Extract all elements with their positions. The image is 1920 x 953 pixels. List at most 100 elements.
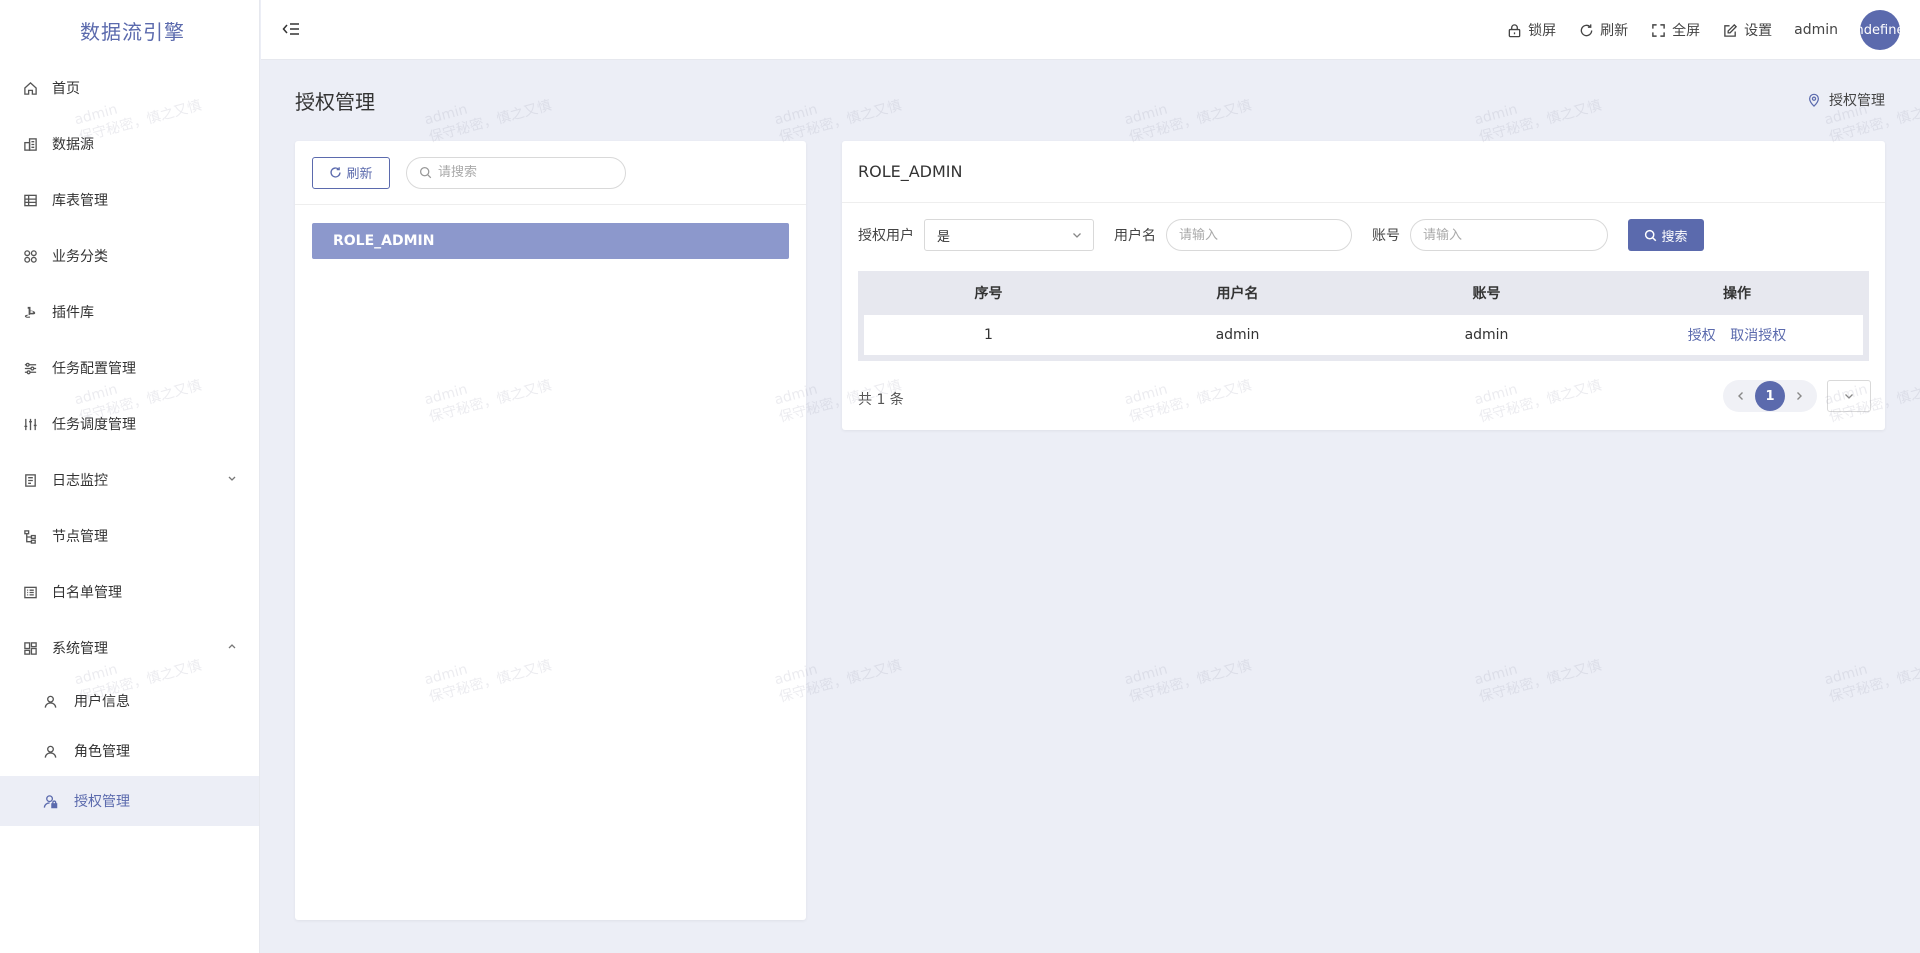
watermark-text: admin保守秘密，慎之又慎 — [772, 97, 904, 146]
auth-user-value: 是 — [937, 229, 951, 245]
search-icon — [419, 166, 432, 179]
sliders-icon — [22, 360, 38, 376]
prev-page-button[interactable] — [1727, 382, 1755, 410]
role-search-box — [406, 156, 626, 189]
role-list-item[interactable]: ROLE_ADMIN — [312, 223, 789, 259]
table-row: 1 admin admin 授权 取消授权 — [864, 315, 1863, 355]
account-filter-label: 账号 — [1372, 228, 1400, 244]
sidebar-item-whitelist[interactable]: 白名单管理 — [0, 564, 259, 620]
building-icon — [22, 136, 38, 152]
sidebar-item-label: 日志监控 — [52, 473, 108, 489]
location-pin-icon — [1807, 93, 1821, 107]
refresh-roles-button[interactable]: 刷新 — [312, 156, 390, 189]
username-label[interactable]: admin — [1794, 22, 1838, 38]
document-icon — [22, 472, 38, 488]
top-header: 锁屏 刷新 全屏 设置 admin undefined — [261, 0, 1920, 60]
header-tools: 锁屏 刷新 全屏 设置 admin undefined — [1484, 0, 1900, 60]
sidebar-item-label: 任务配置管理 — [52, 361, 136, 377]
search-button[interactable]: 搜索 — [1628, 219, 1704, 251]
sidebar-item-system[interactable]: 系统管理 — [0, 620, 259, 676]
sidebar: 数据流引擎 首页 数据源 库表管理 业务分类 插件库 任务配置管理 任务调度管理 — [0, 0, 260, 953]
sidebar-item-categories[interactable]: 业务分类 — [0, 228, 259, 284]
equalizer-icon — [22, 416, 38, 432]
lock-icon — [1506, 22, 1522, 38]
sidebar-item-plugins[interactable]: 插件库 — [0, 284, 259, 340]
sidebar-item-home[interactable]: 首页 — [0, 60, 259, 116]
role-list-toolbar: 刷新 — [295, 141, 806, 205]
username-filter-input[interactable] — [1166, 219, 1352, 251]
sidebar-subitem-roles[interactable]: 角色管理 — [0, 726, 259, 776]
sidebar-item-label: 业务分类 — [52, 249, 108, 265]
refresh-label: 刷新 — [1600, 23, 1629, 39]
watermark-text: admin保守秘密，慎之又慎 — [1122, 97, 1254, 146]
sidebar-item-label: 库表管理 — [52, 193, 108, 209]
revoke-link[interactable]: 取消授权 — [1730, 328, 1786, 344]
chevron-down-icon — [1071, 229, 1083, 241]
home-icon — [22, 80, 38, 96]
sidebar-item-tables[interactable]: 库表管理 — [0, 172, 259, 228]
fullscreen-label: 全屏 — [1672, 23, 1701, 39]
edit-icon — [1722, 22, 1738, 38]
grant-link[interactable]: 授权 — [1688, 328, 1716, 344]
sidebar-menu: 首页 数据源 库表管理 业务分类 插件库 任务配置管理 任务调度管理 日志监控 — [0, 60, 259, 826]
breadcrumb: 授权管理 — [1807, 90, 1885, 110]
app-logo: 数据流引擎 — [80, 19, 185, 44]
table-header: 序号 用户名 账号 操作 — [864, 271, 1863, 315]
menu-collapse-icon[interactable] — [281, 19, 301, 39]
plugin-icon — [22, 304, 38, 320]
search-icon — [1644, 229, 1657, 242]
avatar[interactable]: undefined — [1860, 10, 1900, 50]
role-search-input[interactable] — [438, 165, 608, 180]
settings-label: 设置 — [1744, 23, 1773, 39]
column-header-actions: 操作 — [1723, 286, 1751, 302]
role-panel-title: ROLE_ADMIN — [842, 141, 1885, 203]
auth-user-select[interactable]: 是 — [924, 219, 1094, 251]
sidebar-item-log-monitor[interactable]: 日志监控 — [0, 452, 259, 508]
account-filter-input[interactable] — [1410, 219, 1608, 251]
sidebar-item-label: 任务调度管理 — [52, 417, 136, 433]
watermark-text: admin保守秘密，慎之又慎 — [1122, 657, 1254, 706]
sidebar-item-label: 白名单管理 — [52, 585, 122, 601]
chevron-left-icon — [1738, 392, 1743, 400]
refresh-page-button[interactable]: 刷新 — [1578, 20, 1628, 40]
user-lock-icon — [42, 793, 58, 809]
watermark-text: admin保守秘密，慎之又慎 — [1822, 657, 1920, 706]
user-icon — [42, 693, 58, 709]
sidebar-item-label: 数据源 — [52, 137, 94, 153]
users-table: 序号 用户名 账号 操作 1 admin admin 授权 取消授权 — [858, 271, 1869, 361]
page-size-select[interactable] — [1827, 380, 1871, 412]
filter-row: 授权用户 是 用户名 账号 搜索 — [858, 219, 1704, 251]
fullscreen-icon — [1650, 22, 1666, 38]
breadcrumb-item[interactable]: 授权管理 — [1829, 90, 1885, 110]
chevron-up-icon — [227, 642, 237, 655]
cell-index: 1 — [984, 327, 993, 343]
sidebar-item-task-config[interactable]: 任务配置管理 — [0, 340, 259, 396]
grid-circles-icon — [22, 248, 38, 264]
pagination: 1 — [1723, 380, 1871, 412]
sidebar-item-label: 插件库 — [52, 305, 94, 321]
refresh-icon — [1578, 22, 1594, 38]
sidebar-item-task-schedule[interactable]: 任务调度管理 — [0, 396, 259, 452]
role-users-panel: ROLE_ADMIN 授权用户 是 用户名 账号 搜索 序号 用户名 账号 操作… — [842, 141, 1885, 430]
refresh-button-label: 刷新 — [346, 167, 373, 182]
watermark-text: admin保守秘密，慎之又慎 — [1472, 97, 1604, 146]
sidebar-subitem-label: 授权管理 — [74, 794, 130, 810]
cell-account: admin — [1464, 327, 1509, 343]
sidebar-item-nodes[interactable]: 节点管理 — [0, 508, 259, 564]
dashboard-icon — [22, 640, 38, 656]
list-icon — [22, 584, 38, 600]
chevron-right-icon — [1797, 392, 1802, 400]
column-header-index: 序号 — [974, 286, 1003, 302]
cell-actions: 授权 取消授权 — [1611, 325, 1863, 345]
fullscreen-button[interactable]: 全屏 — [1650, 20, 1700, 40]
sidebar-subitem-auth[interactable]: 授权管理 — [0, 776, 259, 826]
sidebar-item-datasource[interactable]: 数据源 — [0, 116, 259, 172]
lock-label: 锁屏 — [1528, 23, 1557, 39]
search-button-label: 搜索 — [1661, 229, 1688, 245]
sidebar-subitem-user-info[interactable]: 用户信息 — [0, 676, 259, 726]
settings-button[interactable]: 设置 — [1722, 20, 1772, 40]
pagination-controls: 1 — [1723, 380, 1817, 412]
page-number-current[interactable]: 1 — [1755, 381, 1785, 411]
lock-screen-button[interactable]: 锁屏 — [1506, 20, 1556, 40]
next-page-button[interactable] — [1785, 382, 1813, 410]
